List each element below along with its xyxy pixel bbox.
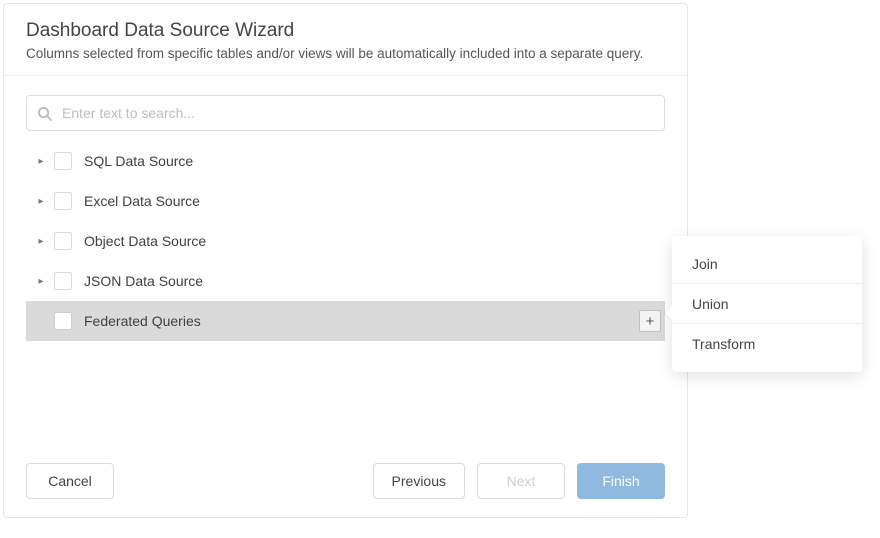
search-icon bbox=[37, 106, 52, 121]
dialog-title: Dashboard Data Source Wizard bbox=[26, 20, 665, 42]
search-input[interactable] bbox=[60, 104, 654, 122]
tree-row-json[interactable]: ▸ JSON Data Source bbox=[26, 261, 665, 301]
add-query-menu: Join Union Transform bbox=[672, 236, 862, 372]
checkbox[interactable] bbox=[54, 312, 72, 330]
dialog-header: Dashboard Data Source Wizard Columns sel… bbox=[4, 4, 687, 76]
plus-icon: + bbox=[646, 314, 655, 329]
tree-row-excel[interactable]: ▸ Excel Data Source bbox=[26, 181, 665, 221]
tree-row-label: SQL Data Source bbox=[84, 153, 193, 169]
checkbox[interactable] bbox=[54, 272, 72, 290]
dialog-subtitle: Columns selected from specific tables an… bbox=[26, 46, 665, 61]
tree-row-label: JSON Data Source bbox=[84, 273, 203, 289]
next-button: Next bbox=[477, 463, 565, 499]
search-box[interactable] bbox=[26, 95, 665, 131]
cancel-button[interactable]: Cancel bbox=[26, 463, 114, 499]
checkbox[interactable] bbox=[54, 192, 72, 210]
tree-row-federated[interactable]: Federated Queries + bbox=[26, 301, 665, 341]
menu-item-transform[interactable]: Transform bbox=[672, 324, 862, 364]
previous-button[interactable]: Previous bbox=[373, 463, 465, 499]
menu-pointer-icon bbox=[665, 306, 672, 320]
menu-item-union[interactable]: Union bbox=[672, 284, 862, 324]
caret-icon[interactable]: ▸ bbox=[36, 236, 46, 247]
tree-row-sql[interactable]: ▸ SQL Data Source bbox=[26, 141, 665, 181]
menu-item-join[interactable]: Join bbox=[672, 244, 862, 284]
caret-icon[interactable]: ▸ bbox=[36, 276, 46, 287]
tree-row-label: Object Data Source bbox=[84, 233, 206, 249]
dialog-footer: Cancel Previous Next Finish bbox=[4, 449, 687, 517]
caret-icon[interactable]: ▸ bbox=[36, 156, 46, 167]
wizard-dialog: Dashboard Data Source Wizard Columns sel… bbox=[3, 3, 688, 518]
tree-row-label: Excel Data Source bbox=[84, 193, 200, 209]
tree-row-object[interactable]: ▸ Object Data Source bbox=[26, 221, 665, 261]
dialog-body: ▸ SQL Data Source ▸ Excel Data Source ▸ … bbox=[4, 76, 687, 449]
checkbox[interactable] bbox=[54, 152, 72, 170]
add-query-button[interactable]: + bbox=[639, 310, 661, 332]
tree-row-label: Federated Queries bbox=[84, 313, 201, 329]
finish-button[interactable]: Finish bbox=[577, 463, 665, 499]
caret-icon[interactable]: ▸ bbox=[36, 196, 46, 207]
data-source-tree: ▸ SQL Data Source ▸ Excel Data Source ▸ … bbox=[26, 141, 665, 341]
checkbox[interactable] bbox=[54, 232, 72, 250]
